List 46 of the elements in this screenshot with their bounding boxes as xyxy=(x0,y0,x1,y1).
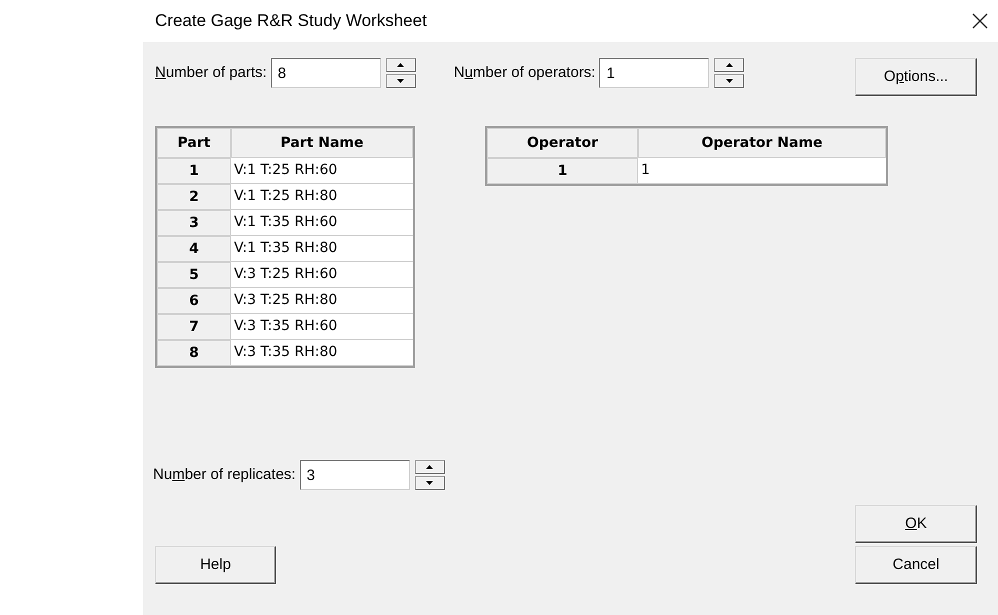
up-arrow-icon xyxy=(397,63,404,67)
column-header: Part xyxy=(157,128,231,158)
part-name-cell[interactable]: V:3 T:25 RH:60 xyxy=(231,262,413,288)
part-name-cell[interactable]: V:1 T:25 RH:80 xyxy=(231,184,413,210)
up-arrow-icon xyxy=(426,465,434,469)
parts-count-field[interactable]: 8 xyxy=(270,58,381,88)
replicates-count-label: Number of replicates: xyxy=(153,464,296,485)
part-number-cell: 2 xyxy=(157,184,231,210)
help-button[interactable]: Help xyxy=(155,546,276,584)
window-title: Create Gage R&R Study Worksheet xyxy=(155,10,427,32)
spin-down-button[interactable] xyxy=(414,476,445,490)
replicates-count-field[interactable]: 3 xyxy=(300,460,410,490)
part-name-cell[interactable]: V:1 T:35 RH:80 xyxy=(231,236,413,262)
operator-number-cell: 1 xyxy=(487,158,638,184)
cancel-button[interactable]: Cancel xyxy=(855,546,977,584)
part-name-cell[interactable]: V:1 T:25 RH:60 xyxy=(231,158,413,184)
part-name-cell[interactable]: V:3 T:25 RH:80 xyxy=(231,288,413,314)
down-arrow-icon xyxy=(726,79,733,83)
spin-down-button[interactable] xyxy=(386,74,416,88)
spin-up-button[interactable] xyxy=(414,460,445,474)
part-name-cell[interactable]: V:1 T:35 RH:60 xyxy=(231,210,413,236)
parts-count-label: Number of parts: xyxy=(155,62,267,83)
operator-name-cell[interactable]: 1 xyxy=(638,158,886,184)
operators-count-label: Number of operators: xyxy=(454,62,596,83)
spin-up-button[interactable] xyxy=(714,58,744,72)
part-number-cell: 6 xyxy=(157,288,231,314)
part-number-cell: 8 xyxy=(157,340,231,366)
part-number-cell: 7 xyxy=(157,314,231,340)
column-header: Part Name xyxy=(231,128,413,158)
down-arrow-icon xyxy=(397,79,404,83)
part-number-cell: 5 xyxy=(157,262,231,288)
close-icon[interactable] xyxy=(972,13,988,29)
part-number-cell: 3 xyxy=(157,210,231,236)
part-number-cell: 4 xyxy=(157,236,231,262)
operators-count-field[interactable]: 1 xyxy=(599,58,710,88)
options-button[interactable]: Options... xyxy=(855,58,977,96)
spin-up-button[interactable] xyxy=(386,58,416,72)
column-header: Operator Name xyxy=(638,128,886,158)
part-name-cell[interactable]: V:3 T:35 RH:80 xyxy=(231,340,413,366)
part-name-cell[interactable]: V:3 T:35 RH:60 xyxy=(231,314,413,340)
ok-button[interactable]: OK xyxy=(855,505,977,543)
down-arrow-icon xyxy=(426,481,434,485)
up-arrow-icon xyxy=(726,63,733,67)
part-number-cell: 1 xyxy=(157,158,231,184)
column-header: Operator xyxy=(487,128,638,158)
spin-down-button[interactable] xyxy=(714,74,744,88)
